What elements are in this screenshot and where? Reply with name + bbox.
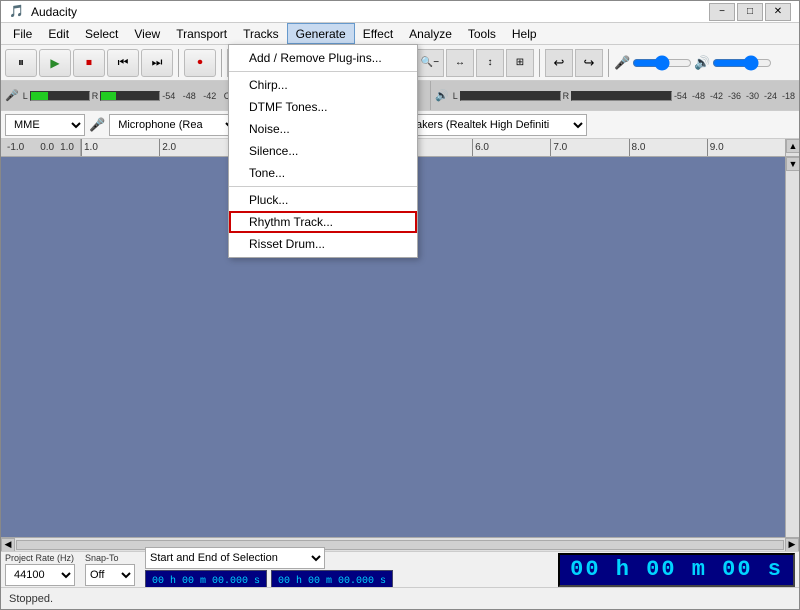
playback-right-bar	[571, 91, 672, 101]
time-display: 00 h 00 m 00 s	[558, 553, 795, 587]
snap-to-label: Snap-To	[85, 553, 135, 563]
input-device-select[interactable]: Microphone (Rea	[109, 114, 239, 136]
title-bar-text: Audacity	[31, 5, 709, 19]
mic-icon: 🎤	[614, 55, 630, 71]
menu-add-remove-plugins[interactable]: Add / Remove Plug-ins...	[229, 47, 417, 69]
right-meter-bar	[100, 91, 160, 101]
menu-risset-drum[interactable]: Risset Drum...	[229, 233, 417, 255]
skip-end-button[interactable]: ⏭	[141, 49, 173, 77]
playback-meter-icon: 🔊	[435, 89, 449, 102]
close-button[interactable]: ✕	[765, 3, 791, 21]
app-window: 🎵 Audacity − □ ✕ File Edit Select View T…	[0, 0, 800, 610]
stop-button[interactable]: ⏹	[73, 49, 105, 77]
menu-analyze[interactable]: Analyze	[401, 23, 460, 44]
snap-to-select[interactable]: Off	[85, 564, 135, 586]
left-meter-fill	[31, 92, 48, 100]
status-text: Stopped.	[9, 593, 53, 605]
menu-chirp[interactable]: Chirp...	[229, 74, 417, 96]
play-button[interactable]: ▶	[39, 49, 71, 77]
undo-button[interactable]: ↩	[545, 49, 573, 77]
menu-tone[interactable]: Tone...	[229, 162, 417, 184]
menu-edit[interactable]: Edit	[40, 23, 77, 44]
playback-left-bar	[460, 91, 561, 101]
toolbar-separator-5	[608, 49, 609, 77]
menu-view[interactable]: View	[126, 23, 168, 44]
toolbar-separator-4	[539, 49, 540, 77]
fit-vertical-button[interactable]: ↕	[476, 49, 504, 77]
menu-tracks[interactable]: Tracks	[235, 23, 287, 44]
project-rate-select[interactable]: 44100	[5, 564, 75, 586]
menu-bar: File Edit Select View Transport Tracks G…	[1, 23, 799, 45]
menu-separator-2	[229, 186, 417, 187]
menu-effect[interactable]: Effect	[355, 23, 401, 44]
maximize-button[interactable]: □	[737, 3, 763, 21]
mic-device-icon: 🎤	[89, 117, 105, 133]
menu-generate[interactable]: Generate	[287, 23, 355, 44]
project-rate-group: Project Rate (Hz) 44100	[5, 553, 75, 586]
play-controls: ⏸ ▶ ⏹ ⏮ ⏭	[5, 49, 173, 77]
menu-select[interactable]: Select	[77, 23, 126, 44]
menu-tools[interactable]: Tools	[460, 23, 504, 44]
right-meter-area: 🔊 L R -54 -48 -42 -36 -30 -24 -18	[431, 81, 799, 110]
toolbar-separator-2	[221, 49, 222, 77]
time-ruler: 1.0 2.0 3.0 4.0 5.0 6.0 7.0 8.0 9.0	[81, 139, 785, 156]
project-rate-label: Project Rate (Hz)	[5, 553, 75, 563]
minimize-button[interactable]: −	[709, 3, 735, 21]
menu-separator-1	[229, 71, 417, 72]
vscroll-down-btn[interactable]: ▼	[786, 157, 799, 171]
toolbar-separator-1	[178, 49, 179, 77]
title-bar: 🎵 Audacity − □ ✕	[1, 1, 799, 23]
playback-meter-labels: L R -54 -48 -42 -36 -30 -24 -18	[453, 91, 795, 101]
track-left-ruler: -1.0 0.0 1.0	[1, 139, 81, 156]
title-bar-controls: − □ ✕	[709, 3, 791, 21]
record-meter-icon: 🎤	[5, 89, 19, 102]
record-button[interactable]: ⏺	[184, 49, 216, 77]
vscroll-top: ▲	[785, 139, 799, 156]
app-icon: 🎵	[9, 4, 25, 20]
menu-help[interactable]: Help	[504, 23, 545, 44]
menu-file[interactable]: File	[5, 23, 40, 44]
right-meter-fill	[101, 92, 116, 100]
recording-level-slider[interactable]	[632, 56, 692, 70]
vscroll-up-btn[interactable]: ▲	[786, 139, 800, 153]
zoom-toggle-button[interactable]: ⊞	[506, 49, 534, 77]
vertical-scrollbar[interactable]: ▼	[785, 157, 799, 537]
menu-silence[interactable]: Silence...	[229, 140, 417, 162]
pause-button[interactable]: ⏸	[5, 49, 37, 77]
playback-level-slider[interactable]	[712, 56, 772, 70]
snap-to-group: Snap-To Off	[85, 553, 135, 586]
menu-noise[interactable]: Noise...	[229, 118, 417, 140]
left-meter-bar	[30, 91, 90, 101]
ruler-one: 1.0	[60, 142, 74, 153]
hscroll-left-btn[interactable]: ◀	[1, 538, 15, 552]
audio-api-select[interactable]: MME	[5, 114, 85, 136]
bottom-toolbar: Project Rate (Hz) 44100 Snap-To Off Star…	[1, 551, 799, 587]
status-bar: Stopped.	[1, 587, 799, 609]
menu-pluck[interactable]: Pluck...	[229, 189, 417, 211]
ruler-zero: 0.0	[40, 142, 54, 153]
fit-project-button[interactable]: ↔	[446, 49, 474, 77]
zoom-out-button[interactable]: 🔍−	[416, 49, 444, 77]
hscroll-right-btn[interactable]: ▶	[785, 538, 799, 552]
time-display-text: 00 h 00 m 00 s	[570, 557, 783, 582]
speaker-icon: 🔊	[694, 55, 710, 71]
selection-toolbar: Start and End of Selection 00 h 00 m 00.…	[145, 547, 552, 592]
menu-transport[interactable]: Transport	[168, 23, 235, 44]
ruler-neg1: -1.0	[7, 142, 24, 153]
redo-button[interactable]: ↪	[575, 49, 603, 77]
menu-dtmf[interactable]: DTMF Tones...	[229, 96, 417, 118]
menu-rhythm-track[interactable]: Rhythm Track...	[229, 211, 417, 233]
selection-format-select[interactable]: Start and End of Selection	[145, 547, 325, 569]
generate-dropdown-menu: Add / Remove Plug-ins... Chirp... DTMF T…	[228, 44, 418, 258]
skip-start-button[interactable]: ⏮	[107, 49, 139, 77]
